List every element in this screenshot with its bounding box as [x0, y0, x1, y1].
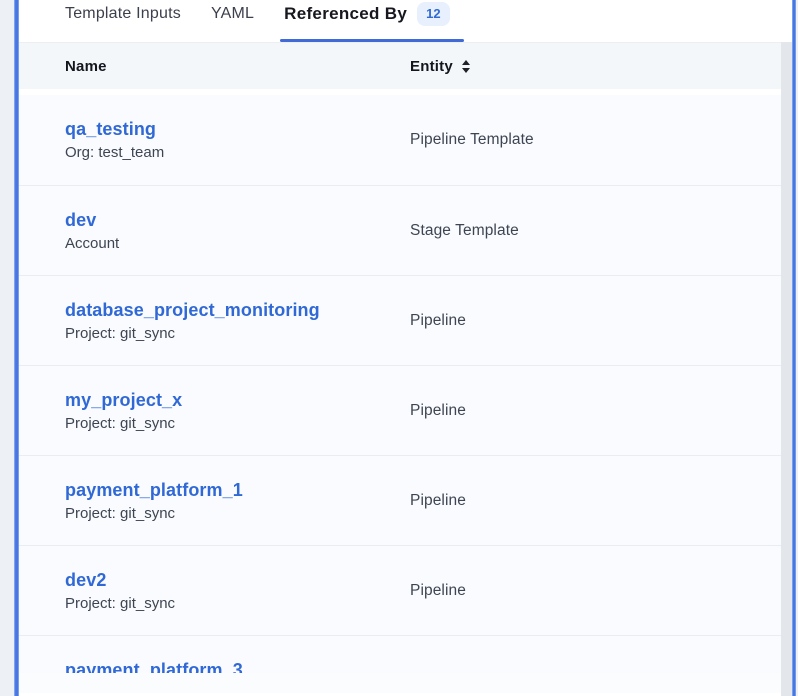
entity-type-value: Pipeline Template	[410, 131, 781, 149]
reference-name-cell: database_project_monitoring Project: git…	[65, 299, 410, 343]
drawer-tabbar: Template Inputs YAML Referenced By 12	[19, 0, 792, 42]
reference-scope-label: Project: git_sync	[65, 325, 410, 343]
table-header-row: Name Entity	[19, 42, 781, 89]
reference-name-cell: my_project_x Project: git_sync	[65, 389, 410, 433]
reference-scope-label: Project: git_sync	[65, 505, 410, 523]
table-row[interactable]: dev2 Project: git_sync Pipeline	[19, 545, 781, 635]
entity-type-value: Pipeline	[410, 582, 781, 600]
reference-scope-label: Account	[65, 235, 410, 253]
entity-type-value: Pipeline	[410, 312, 781, 330]
tab-yaml[interactable]: YAML	[211, 2, 254, 42]
reference-name-cell: dev Account	[65, 209, 410, 253]
table-row[interactable]: qa_testing Org: test_team Pipeline Templ…	[19, 95, 781, 185]
references-table: Name Entity qa_testing Org: test_team Pi…	[19, 42, 781, 673]
table-row[interactable]: dev Account Stage Template	[19, 185, 781, 275]
table-row[interactable]: database_project_monitoring Project: git…	[19, 275, 781, 365]
tab-template-inputs[interactable]: Template Inputs	[65, 2, 181, 42]
reference-name-link[interactable]: payment_platform_1	[65, 479, 410, 501]
column-header-name[interactable]: Name	[65, 58, 410, 75]
entity-type-value: Pipeline	[410, 402, 781, 420]
reference-name-link[interactable]: dev	[65, 209, 410, 231]
tab-label: Referenced By	[284, 4, 407, 24]
reference-name-link[interactable]: dev2	[65, 569, 410, 591]
reference-scope-label: Project: git_sync	[65, 595, 410, 613]
reference-name-link[interactable]: payment_platform_3	[65, 659, 410, 674]
referenced-by-count-badge: 12	[417, 2, 449, 26]
reference-name-cell: qa_testing Org: test_team	[65, 118, 410, 162]
table-row[interactable]: payment_platform_1 Project: git_sync Pip…	[19, 455, 781, 545]
table-row[interactable]: payment_platform_3	[19, 635, 781, 673]
entity-type-value: Stage Template	[410, 222, 781, 240]
tab-referenced-by[interactable]: Referenced By 12	[284, 2, 449, 42]
tab-label: Template Inputs	[65, 5, 181, 23]
reference-name-link[interactable]: database_project_monitoring	[65, 299, 410, 321]
drawer-panel: Template Inputs YAML Referenced By 12 Na…	[19, 0, 792, 696]
references-drawer: Template Inputs YAML Referenced By 12 Na…	[0, 0, 798, 696]
sort-arrows-icon[interactable]	[462, 60, 470, 73]
reference-name-link[interactable]: my_project_x	[65, 389, 410, 411]
column-header-entity-label: Entity	[410, 58, 453, 75]
reference-name-cell: payment_platform_1 Project: git_sync	[65, 479, 410, 523]
table-row[interactable]: my_project_x Project: git_sync Pipeline	[19, 365, 781, 455]
reference-scope-label: Project: git_sync	[65, 415, 410, 433]
reference-name-link[interactable]: qa_testing	[65, 118, 410, 140]
reference-name-cell: dev2 Project: git_sync	[65, 569, 410, 613]
entity-type-value: Pipeline	[410, 492, 781, 510]
drawer-left-accent-border	[14, 0, 19, 696]
table-rows-viewport[interactable]: qa_testing Org: test_team Pipeline Templ…	[19, 95, 781, 673]
tab-label: YAML	[211, 5, 254, 23]
column-header-entity[interactable]: Entity	[410, 58, 781, 75]
reference-name-cell: payment_platform_3	[65, 659, 410, 674]
reference-scope-label: Org: test_team	[65, 144, 410, 162]
scrollbar-track[interactable]	[781, 42, 792, 696]
